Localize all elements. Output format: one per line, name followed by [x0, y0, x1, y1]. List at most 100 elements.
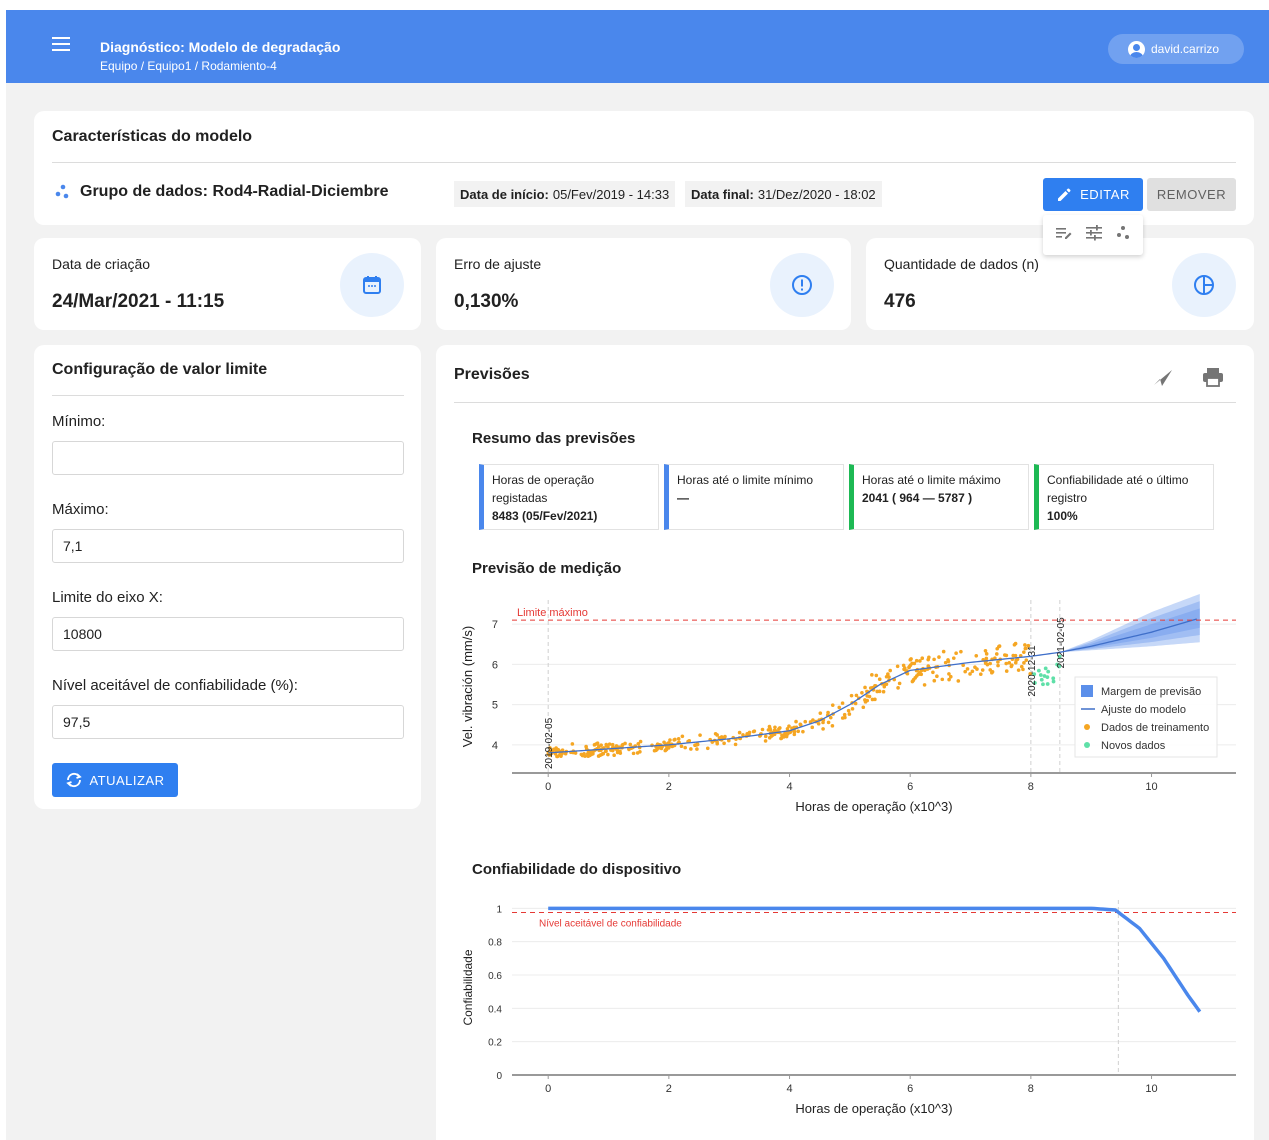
- training-data-point: [954, 651, 958, 656]
- legend-swatch-new: [1084, 742, 1090, 748]
- training-data-point: [1022, 650, 1026, 654]
- edit-notes-icon[interactable]: [1055, 225, 1073, 246]
- training-data-point: [909, 657, 913, 661]
- training-data-point: [698, 733, 702, 737]
- predictions-title: Previsões: [454, 366, 530, 383]
- end-date-value: 31/Dez/2020 - 18:02: [757, 186, 876, 202]
- confidence-level-label: Nível aceitável de confiabilidade (%):: [52, 677, 298, 694]
- refresh-icon: [66, 772, 83, 788]
- x-tick-label: 2: [666, 1083, 672, 1095]
- training-data-point: [854, 693, 859, 698]
- confidence-level-label: Nível aceitável de confiabilidade: [539, 919, 682, 930]
- training-data-point: [760, 727, 765, 732]
- creation-date-card: Data de criação 24/Mar/2021 - 11:15: [34, 238, 421, 330]
- training-data-point: [1016, 668, 1021, 672]
- summary-hours-to-max: Horas até o limite máximo 2041 ( 964 — 5…: [849, 464, 1029, 530]
- training-data-point: [798, 722, 803, 727]
- update-button[interactable]: ATUALIZAR: [52, 763, 178, 797]
- training-data-point: [956, 679, 961, 683]
- training-data-point: [975, 667, 979, 671]
- threshold-config-card: Configuração de valor limite Mínimo: Máx…: [34, 345, 421, 809]
- training-data-point: [932, 657, 936, 662]
- training-data-point: [1012, 642, 1017, 647]
- training-data-point: [863, 698, 867, 702]
- training-data-point: [901, 663, 906, 668]
- calendar-icon: [363, 276, 381, 294]
- x-tick-label: 6: [907, 1083, 913, 1095]
- training-data-point: [683, 745, 687, 750]
- training-data-point: [794, 719, 798, 724]
- pencil-icon: [1058, 188, 1071, 201]
- legend-label: Margem de previsão: [1101, 686, 1201, 698]
- x-axis-limit-input[interactable]: 10800: [52, 617, 404, 651]
- new-data-point: [1038, 673, 1043, 677]
- dataset-dots-menu-icon[interactable]: [1115, 225, 1131, 246]
- min-input[interactable]: [52, 441, 404, 475]
- remove-button-label: REMOVER: [1156, 187, 1227, 202]
- reliability-title: Confiabilidade do dispositivo: [472, 861, 682, 878]
- training-data-point: [865, 694, 870, 698]
- training-data-point: [988, 661, 992, 666]
- confidence-level-input[interactable]: 97,5: [52, 705, 404, 739]
- y-tick-label: 1: [496, 904, 502, 915]
- new-data-point: [1045, 675, 1050, 680]
- y-tick-label: 5: [492, 700, 498, 712]
- training-data-point: [980, 668, 985, 672]
- data-count-label: Quantidade de dados (n): [884, 256, 1039, 272]
- max-limit-label: Limite máximo: [517, 607, 588, 619]
- summary-label: Horas até o limite máximo: [862, 473, 1001, 487]
- training-data-point: [959, 649, 963, 654]
- training-data-point: [628, 742, 633, 747]
- training-data-point: [763, 739, 768, 743]
- legend-label: Dados de treinamento: [1101, 722, 1209, 734]
- training-data-point: [918, 659, 922, 663]
- x-tick-label: 8: [1028, 781, 1034, 793]
- user-menu-button[interactable]: david.carrizo: [1108, 34, 1244, 64]
- training-data-point: [599, 743, 603, 748]
- summary-hours-registered: Horas de operação registadas 8483 (05/Fe…: [479, 464, 659, 530]
- training-data-point: [860, 691, 864, 695]
- max-input[interactable]: 7,1: [52, 529, 404, 563]
- menu-icon[interactable]: [52, 37, 70, 51]
- training-data-point: [907, 664, 912, 669]
- alert-circle-icon: [792, 275, 812, 295]
- training-data-point: [606, 752, 610, 757]
- training-data-point: [846, 708, 851, 713]
- training-data-point: [772, 728, 777, 733]
- training-data-point: [874, 673, 879, 678]
- breadcrumb[interactable]: Equipo / Equipo1 / Rodamiento-4: [100, 59, 277, 73]
- alert-icon-circle: [770, 253, 834, 317]
- training-data-point: [988, 668, 993, 672]
- training-data-point: [984, 656, 989, 661]
- update-button-label: ATUALIZAR: [89, 772, 165, 788]
- training-data-point: [810, 725, 815, 730]
- training-data-point: [912, 661, 917, 666]
- tune-settings-icon[interactable]: [1085, 224, 1103, 246]
- config-title: Configuração de valor limite: [52, 361, 268, 378]
- edit-button-label: EDITAR: [1080, 187, 1130, 202]
- training-data-point: [821, 727, 825, 731]
- training-data-point: [1010, 663, 1014, 667]
- training-data-point: [665, 745, 669, 750]
- training-data-point: [559, 752, 564, 756]
- training-data-point: [932, 678, 937, 683]
- training-data-point: [668, 738, 672, 742]
- training-data-point: [870, 673, 874, 677]
- send-icon[interactable]: [1152, 367, 1174, 387]
- training-data-point: [676, 737, 681, 741]
- training-data-point: [877, 677, 882, 682]
- summary-reliability: Confiabilidade até o último registro 100…: [1034, 464, 1214, 530]
- training-data-point: [840, 701, 845, 705]
- new-data-point: [1039, 677, 1044, 682]
- top-bar: Diagnóstico: Modelo de degradação Equipo…: [6, 10, 1269, 83]
- remove-button[interactable]: REMOVER: [1147, 178, 1236, 211]
- training-data-point: [601, 751, 606, 756]
- print-icon[interactable]: [1202, 367, 1224, 387]
- dataset-label: Grupo de dados: Rod4-Radial-Diciembre: [80, 183, 389, 200]
- training-data-point: [618, 751, 623, 755]
- new-data-point: [1051, 679, 1056, 684]
- x-tick-label: 0: [545, 781, 551, 793]
- date-marker-label: 2020-12-31: [1027, 645, 1038, 697]
- edit-button[interactable]: EDITAR: [1043, 178, 1143, 211]
- page-background: Diagnóstico: Modelo de degradação Equipo…: [6, 10, 1269, 1140]
